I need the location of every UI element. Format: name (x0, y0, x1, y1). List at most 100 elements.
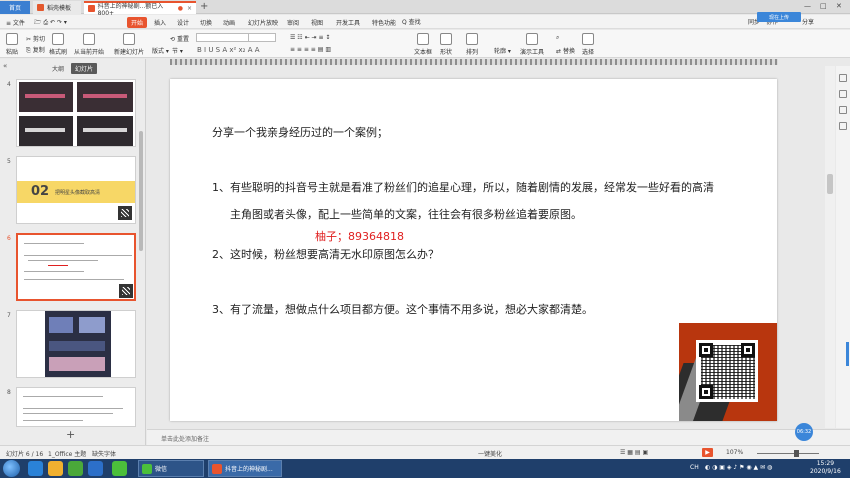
shape-button[interactable]: 形状 (440, 33, 452, 56)
beautify-button[interactable]: 一键美化 (478, 449, 502, 458)
vertical-scrollbar[interactable] (825, 66, 835, 428)
ie-icon[interactable] (88, 461, 103, 476)
current-slide[interactable]: 分享一个我亲身经历过的一个案例； 1、有些聪明的抖音号主就是看准了粉丝们的追星心… (170, 79, 777, 421)
browser-icon[interactable] (28, 461, 43, 476)
slide-red-note[interactable]: 柚子；89364818 (315, 228, 404, 244)
search-button[interactable]: Q 查找 (402, 17, 421, 26)
layout-button[interactable]: 版式 ▾ (152, 46, 169, 55)
textbox-button[interactable]: 文本框 (414, 33, 432, 56)
tab-document[interactable]: 抖音上的神秘剧...额已入800+ ● × (84, 1, 196, 17)
close-tab-icon[interactable]: × (187, 5, 192, 12)
zoom-level[interactable]: 107% (726, 449, 743, 456)
file-menu[interactable]: ≡ 文件 (6, 18, 25, 27)
thumb-caption (25, 94, 65, 98)
menu-slideshow[interactable]: 幻灯片放映 (248, 18, 278, 27)
menu-animation[interactable]: 动画 (223, 18, 235, 27)
replace-button[interactable]: ⇄ 替换 (556, 46, 575, 55)
ppt-icon (212, 463, 222, 474)
panel-scrollbar[interactable] (139, 131, 143, 251)
tab-home[interactable]: 首页 (0, 1, 30, 14)
add-slide-button[interactable]: + (66, 428, 75, 441)
menu-design[interactable]: 设计 (177, 18, 189, 27)
slide-intro-text[interactable]: 分享一个我亲身经历过的一个案例； (212, 124, 388, 140)
quick-access-icons[interactable]: 🗁 ⎙ ↶ ↷ ▾ (34, 18, 67, 28)
paragraph-icons[interactable]: ☰ ☷ ⇤ ⇥ ≡ ↕ (290, 34, 330, 41)
side-handle[interactable] (846, 342, 849, 366)
input-language[interactable]: CH (690, 464, 699, 471)
missing-font-button[interactable]: 缺失字体 (92, 449, 116, 458)
zoom-slider-knob[interactable] (794, 450, 799, 457)
thumb-text-line (28, 260, 98, 261)
copy-button[interactable]: ⎘ 复制 (26, 45, 45, 55)
scrollbar-thumb[interactable] (827, 174, 833, 194)
present-tools-icon (526, 33, 538, 45)
slide-point-2[interactable]: 2、这时候，粉丝想要高清无水印原图怎么办？ (212, 246, 439, 262)
side-icon[interactable] (839, 90, 847, 98)
media-icon[interactable] (68, 461, 83, 476)
start-button[interactable] (3, 460, 20, 477)
thumb-text-line (24, 243, 84, 244)
task-wechat[interactable]: 微信 (138, 460, 204, 477)
close-window-icon[interactable]: ✕ (836, 2, 842, 10)
qr-code-image[interactable] (679, 323, 777, 421)
select-button[interactable]: 选择 (582, 33, 594, 56)
menu-special[interactable]: 特色功能 (372, 18, 396, 27)
slide-point-3[interactable]: 3、有了流量，想做点什么项目都方便。这个事情不用多说，想必大家都清楚。 (212, 301, 593, 317)
reset-button[interactable]: ⟲ 重置 (170, 34, 189, 43)
slide-thumb-8[interactable] (16, 387, 136, 427)
font-size-input[interactable] (248, 33, 276, 42)
maximize-icon[interactable]: □ (820, 2, 827, 10)
slide-thumb-4[interactable] (16, 79, 136, 147)
find-icon[interactable]: ⌕ (556, 34, 559, 42)
paste-icon (6, 33, 18, 45)
menu-transition[interactable]: 切换 (200, 18, 212, 27)
system-clock[interactable]: 15:29 2020/9/16 (810, 460, 841, 476)
wechat-icon[interactable] (112, 461, 127, 476)
slide-point-1-cont[interactable]: 主角图或者头像，配上一些简单的文案，往往会有很多粉丝追着要原图。 (230, 206, 582, 222)
theme-name: 1_Office 主题 (48, 451, 87, 458)
arrange-button[interactable]: 排列 (466, 33, 478, 56)
menu-view[interactable]: 视图 (311, 18, 323, 27)
tab-slides[interactable]: 幻灯片 (71, 63, 98, 74)
from-current-button[interactable]: 从当前开始 (74, 33, 104, 56)
task-ppt[interactable]: 抖音上的神秘剧... (208, 460, 282, 477)
view-icons[interactable]: ☰ ▦ ▤ ▣ (620, 449, 648, 456)
side-icon[interactable] (839, 106, 847, 114)
format-buttons[interactable]: B I U S A x² x₂ A A (197, 46, 260, 54)
slide-counter: 幻灯片 6 / 16 (6, 451, 44, 458)
side-icon[interactable] (839, 74, 847, 82)
slide-thumb-7[interactable] (16, 310, 136, 378)
slide-thumb-6[interactable] (16, 233, 136, 301)
cut-button[interactable]: ✂ 剪切 (26, 34, 45, 43)
menu-review[interactable]: 审阅 (287, 18, 299, 27)
zoom-slider[interactable] (757, 453, 819, 454)
tab-template[interactable]: 稻壳模板 (33, 1, 81, 14)
folder-icon[interactable] (48, 461, 63, 476)
slide-point-1[interactable]: 1、有些聪明的抖音号主就是看准了粉丝们的追星心理，所以，随着剧情的发展，经常发一… (212, 179, 714, 195)
align-icons[interactable]: ≡ ≡ ≡ ≡ ▤ ▥ (290, 46, 331, 53)
thumb-text-line (23, 420, 83, 421)
format-painter-button[interactable]: 格式刷 (49, 33, 67, 56)
upload-now-button[interactable]: 现在上传 (757, 12, 801, 22)
menu-developer[interactable]: 开发工具 (336, 18, 360, 27)
menu-insert[interactable]: 插入 (154, 18, 166, 27)
play-slideshow-button[interactable]: ▶ (702, 448, 713, 457)
new-tab-button[interactable]: + (200, 1, 208, 12)
new-slide-button[interactable]: 新建幻灯片 (114, 33, 144, 56)
share-button[interactable]: 分享 (802, 17, 814, 26)
side-icon[interactable] (839, 122, 847, 130)
tab-outline[interactable]: 大纲 (52, 64, 64, 73)
notes-pane[interactable]: 单击此处添加备注 (147, 429, 850, 445)
menu-home[interactable]: 开始 (127, 17, 148, 28)
present-tools-button[interactable]: 演示工具 (520, 33, 544, 56)
minimize-icon[interactable]: — (804, 2, 811, 10)
tray-icons[interactable]: ◐ ◑ ▣ ◈ ♪ ⚑ ◉ ▲ ✉ ◍ (705, 464, 772, 471)
slide-thumb-5[interactable]: 02 把明星头像截取高清 (16, 156, 136, 224)
docer-icon (37, 4, 44, 11)
section-button[interactable]: 节 ▾ (172, 46, 183, 55)
paste-button[interactable]: 粘贴 (6, 33, 18, 56)
timer-bubble[interactable]: 06:32 (795, 423, 813, 441)
outline-button[interactable]: 轮廓 ▾ (494, 46, 511, 55)
format-painter-label: 格式刷 (49, 49, 68, 56)
outline-label: 轮廓 (494, 48, 507, 55)
